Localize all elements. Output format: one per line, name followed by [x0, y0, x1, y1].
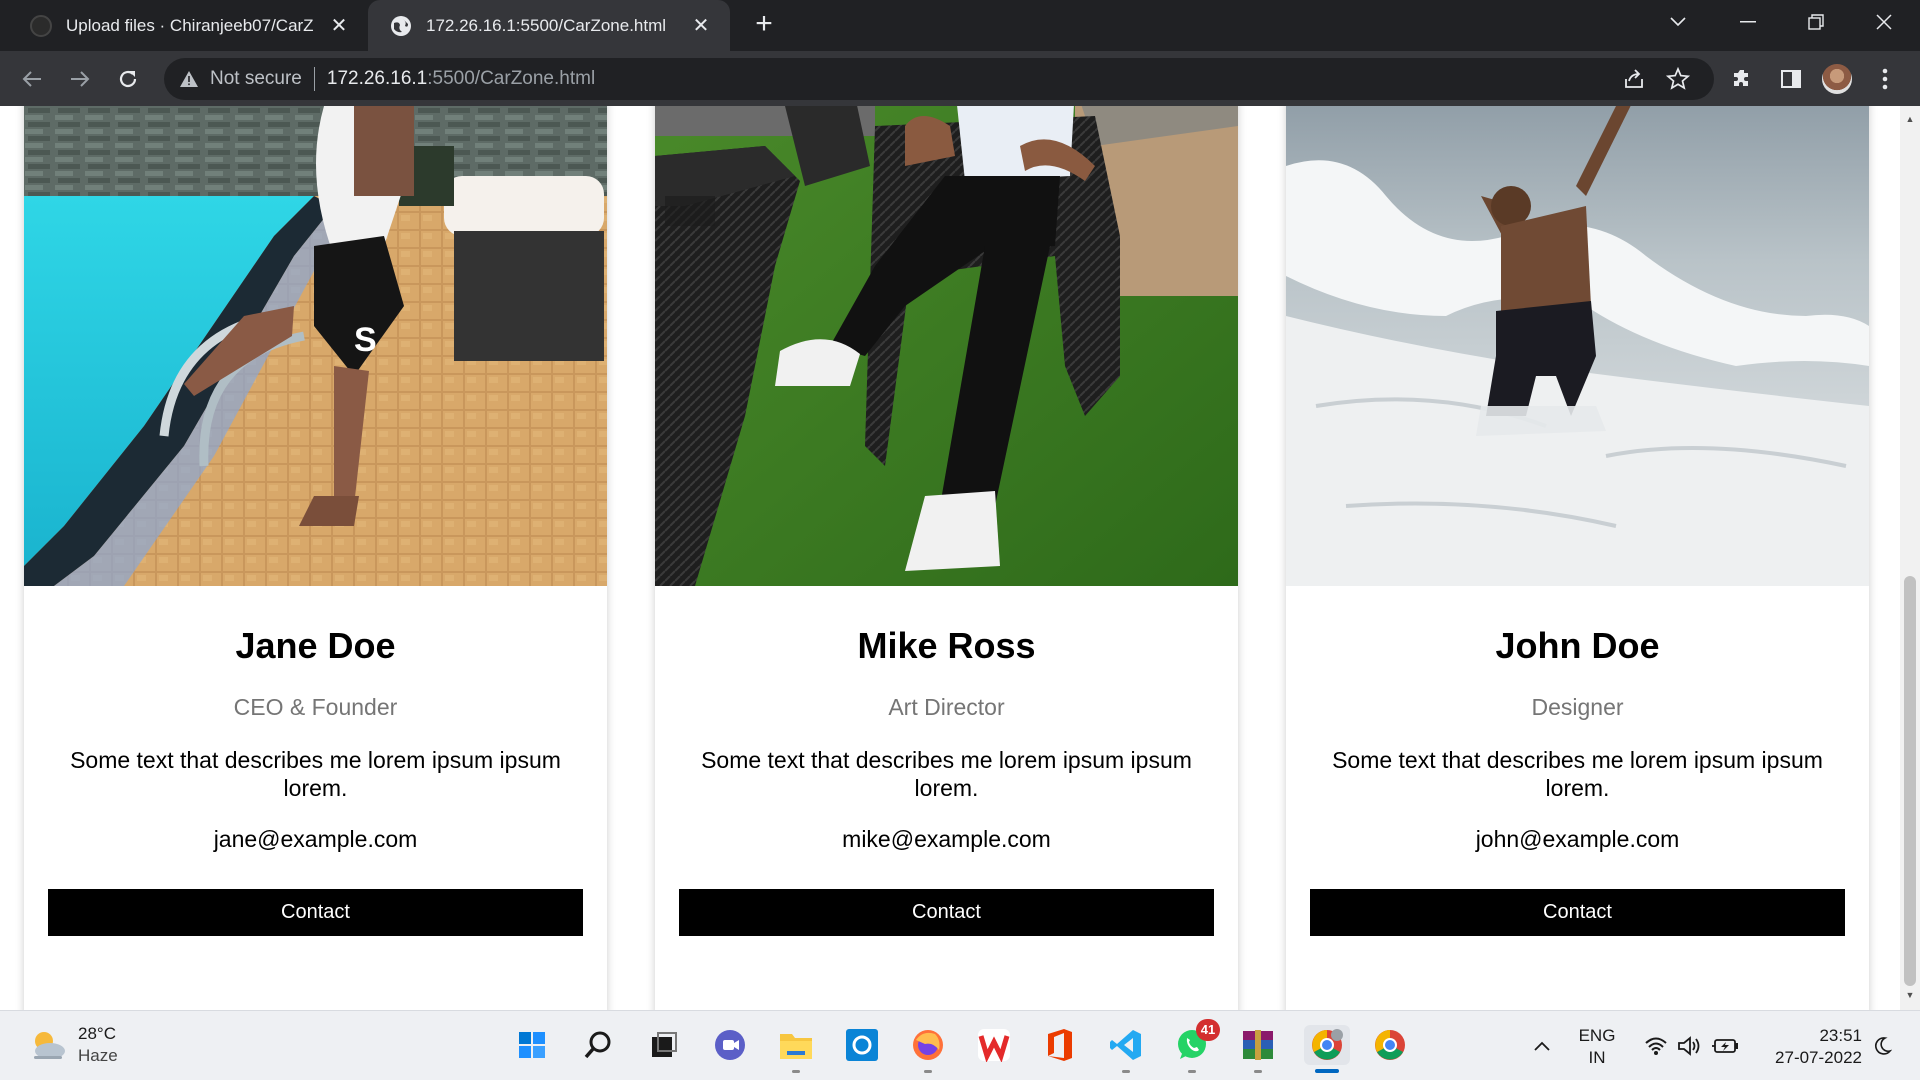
- profile-photo-mike: [655, 106, 1238, 586]
- chrome-dev-icon[interactable]: [1304, 1025, 1350, 1073]
- clock-date: 27-07-2022: [1775, 1048, 1862, 1067]
- browser-tab-strip: Upload files · Chiranjeeb07/CarZ ✕ 172.2…: [0, 0, 1920, 51]
- vscode-icon[interactable]: [1106, 1025, 1146, 1073]
- tab-upload-files[interactable]: Upload files · Chiranjeeb07/CarZ ✕: [14, 0, 368, 51]
- member-name: Mike Ross: [857, 625, 1036, 666]
- running-indicator: [924, 1070, 932, 1073]
- firefox-icon[interactable]: [908, 1025, 948, 1073]
- profile-photo-jane: S: [24, 106, 607, 586]
- team-card-john: John Doe Designer Some text that describ…: [1286, 106, 1869, 1010]
- share-icon[interactable]: [1622, 67, 1646, 91]
- member-name: Jane Doe: [235, 625, 396, 666]
- card-info: John Doe Designer Some text that describ…: [1286, 586, 1869, 936]
- teams-chat-icon[interactable]: [710, 1025, 750, 1065]
- tray-overflow-chevron-icon[interactable]: [1530, 1011, 1554, 1080]
- office-icon[interactable]: [1040, 1025, 1080, 1065]
- contact-button[interactable]: Contact: [48, 889, 583, 936]
- close-tab-icon[interactable]: ✕: [688, 13, 714, 38]
- chrome-icon[interactable]: [1370, 1025, 1410, 1065]
- new-tab-button[interactable]: +: [748, 9, 780, 41]
- active-app-indicator: [1315, 1069, 1339, 1073]
- reload-button[interactable]: [110, 61, 146, 97]
- language-indicator[interactable]: ENG IN: [1572, 1025, 1622, 1069]
- tab-search-icon[interactable]: [1650, 0, 1706, 44]
- url-host: 172.26.16.1: [326, 68, 428, 89]
- wps-office-icon[interactable]: [974, 1025, 1014, 1065]
- weather-temp: 28°C: [78, 1024, 116, 1043]
- tab-title: Upload files · Chiranjeeb07/CarZ: [66, 15, 314, 35]
- search-icon[interactable]: [578, 1025, 618, 1065]
- github-icon: [30, 14, 52, 37]
- running-indicator: [1122, 1070, 1130, 1073]
- member-email: mike@example.com: [842, 826, 1051, 852]
- security-label[interactable]: Not secure: [210, 68, 302, 90]
- contact-button[interactable]: Contact: [679, 889, 1214, 936]
- forward-button[interactable]: [62, 61, 98, 97]
- address-separator: [313, 67, 315, 91]
- member-role: CEO & Founder: [233, 694, 398, 720]
- bookmark-star-icon[interactable]: [1665, 66, 1691, 91]
- back-button[interactable]: [14, 61, 50, 97]
- start-icon[interactable]: [512, 1025, 552, 1065]
- quiet-hours-moon-icon[interactable]: [1868, 1011, 1896, 1080]
- close-window-button[interactable]: [1856, 0, 1912, 44]
- card-info: Jane Doe CEO & Founder Some text that de…: [24, 586, 607, 936]
- region-code: IN: [1588, 1048, 1606, 1067]
- clock-time: 23:51: [1819, 1026, 1862, 1045]
- scroll-up-arrow-icon[interactable]: ▲: [1905, 114, 1915, 124]
- minimize-button[interactable]: [1720, 0, 1776, 44]
- globe-icon: [390, 15, 412, 37]
- browser-toolbar: Not secure 172.26.16.1:5500/CarZone.html: [0, 51, 1920, 106]
- system-clock[interactable]: 23:51 27-07-2022: [1752, 1025, 1862, 1069]
- page-viewport: S Jane Doe CEO & Founder Some text that …: [0, 106, 1900, 1010]
- language-code: ENG: [1578, 1026, 1616, 1045]
- winrar-icon[interactable]: [1238, 1025, 1278, 1073]
- team-card-jane: S Jane Doe CEO & Founder Some text that …: [24, 106, 607, 1010]
- svg-text:S: S: [354, 321, 377, 359]
- member-role: Art Director: [888, 694, 1005, 720]
- team-card-mike: Mike Ross Art Director Some text that de…: [655, 106, 1238, 1010]
- app-icon[interactable]: [842, 1025, 882, 1065]
- task-view-icon[interactable]: [644, 1025, 684, 1065]
- notification-badge: 41: [1196, 1019, 1220, 1041]
- restore-button[interactable]: [1788, 0, 1844, 44]
- side-panel-icon[interactable]: [1776, 64, 1806, 94]
- member-description: Some text that describes me lorem ipsum …: [70, 747, 561, 801]
- member-description: Some text that describes me lorem ipsum …: [1332, 747, 1823, 801]
- running-indicator: [1254, 1070, 1262, 1073]
- close-tab-icon[interactable]: ✕: [326, 13, 352, 38]
- member-description: Some text that describes me lorem ipsum …: [701, 747, 1192, 801]
- url-path: :5500/CarZone.html: [427, 68, 596, 89]
- menu-kebab-icon[interactable]: [1870, 64, 1900, 94]
- volume-icon[interactable]: [1676, 1011, 1704, 1080]
- running-indicator: [1188, 1070, 1196, 1073]
- member-email: john@example.com: [1475, 826, 1680, 852]
- profile-photo-john: [1286, 106, 1869, 586]
- whatsapp-icon[interactable]: 41: [1172, 1019, 1220, 1073]
- address-bar[interactable]: Not secure 172.26.16.1:5500/CarZone.html: [164, 58, 1714, 100]
- weather-widget[interactable]: 28°C Haze: [28, 1023, 118, 1067]
- tab-carzone[interactable]: 172.26.16.1:5500/CarZone.html ✕: [368, 0, 730, 51]
- file-explorer-icon[interactable]: [776, 1025, 816, 1073]
- weather-condition: Haze: [78, 1046, 118, 1065]
- weather-haze-icon: [28, 1025, 68, 1065]
- scrollbar-thumb[interactable]: [1904, 576, 1916, 986]
- card-info: Mike Ross Art Director Some text that de…: [655, 586, 1238, 936]
- member-role: Designer: [1531, 694, 1624, 720]
- member-name: John Doe: [1495, 625, 1660, 666]
- running-indicator: [792, 1070, 800, 1073]
- wifi-icon[interactable]: [1642, 1011, 1670, 1080]
- warning-icon[interactable]: [178, 68, 200, 90]
- page-scrollbar[interactable]: ▲ ▼: [1900, 106, 1920, 1010]
- battery-icon[interactable]: [1710, 1011, 1740, 1080]
- tab-title: 172.26.16.1:5500/CarZone.html: [426, 15, 667, 35]
- scroll-down-arrow-icon[interactable]: ▼: [1905, 990, 1915, 1000]
- extensions-icon[interactable]: [1728, 64, 1758, 94]
- contact-button[interactable]: Contact: [1310, 889, 1845, 936]
- profile-avatar[interactable]: [1822, 64, 1852, 94]
- windows-taskbar: 28°C Haze 41 ENG IN 23:51 27-07-2022: [0, 1010, 1920, 1080]
- member-email: jane@example.com: [213, 826, 418, 852]
